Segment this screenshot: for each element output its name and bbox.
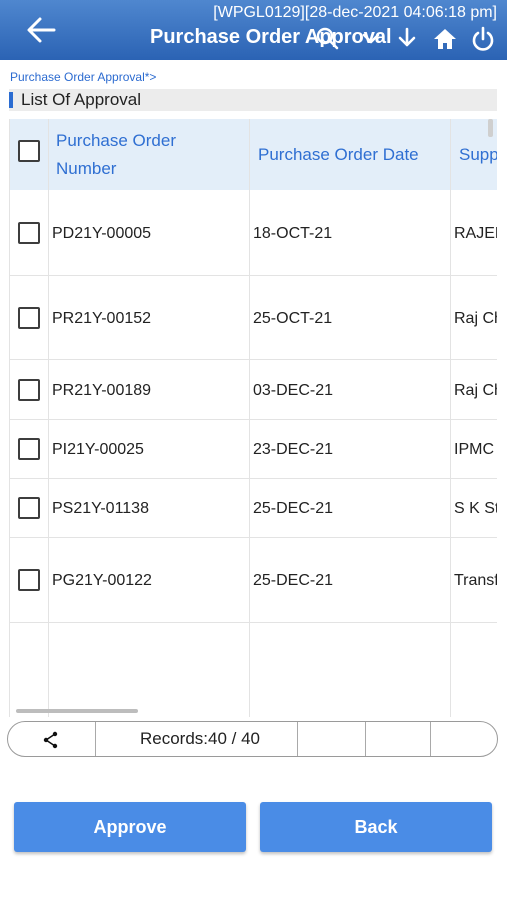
row-divider [10, 478, 497, 479]
supplier-cell: IPMC [454, 441, 494, 458]
supplier-cell: S K St [454, 500, 497, 517]
row-divider [10, 537, 497, 538]
po-date-cell: 03-DEC-21 [253, 382, 334, 399]
home-icon[interactable] [430, 24, 460, 54]
po-date-cell: 25-DEC-21 [253, 500, 334, 517]
pager-divider [430, 722, 431, 756]
back-arrow-icon[interactable] [24, 14, 58, 46]
row-checkbox[interactable] [18, 438, 40, 460]
column-header-supplier[interactable]: Supp [459, 141, 497, 169]
po-number-cell: PR21Y-00152 [52, 310, 152, 327]
row-divider [10, 275, 497, 276]
column-divider [48, 119, 49, 717]
supplier-cell: Transf [454, 572, 497, 589]
share-icon[interactable] [41, 730, 61, 750]
po-date-cell: 23-DEC-21 [253, 441, 334, 458]
chevron-down-icon[interactable] [356, 24, 386, 54]
app-header: [WPGL0129][28-dec-2021 04:06:18 pm] Purc… [0, 0, 507, 60]
row-checkbox[interactable] [18, 569, 40, 591]
po-number-cell: PR21Y-00189 [52, 382, 152, 399]
records-count: Records:40 / 40 [139, 729, 260, 748]
section-accent [9, 92, 13, 108]
pager-bar: Records:40 / 40 [7, 721, 498, 757]
po-number-cell: PI21Y-00025 [52, 441, 144, 458]
row-divider [10, 359, 497, 360]
row-checkbox[interactable] [18, 379, 40, 401]
section-header: List Of Approval [9, 89, 497, 111]
po-number-cell: PD21Y-00005 [52, 225, 152, 242]
approval-grid[interactable]: Purchase Order Number Purchase Order Dat… [9, 119, 497, 717]
row-checkbox[interactable] [18, 222, 40, 244]
download-icon[interactable] [392, 24, 422, 54]
supplier-cell: Raj Ch [454, 382, 497, 399]
po-number-cell: PG21Y-00122 [52, 572, 152, 589]
po-number-cell: PS21Y-01138 [52, 500, 149, 517]
app-root: [WPGL0129][28-dec-2021 04:06:18 pm] Purc… [0, 0, 507, 900]
column-divider [249, 119, 250, 717]
breadcrumb[interactable]: Purchase Order Approval*> [10, 70, 156, 84]
row-checkbox[interactable] [18, 307, 40, 329]
power-icon[interactable] [468, 24, 498, 54]
column-header-po-date[interactable]: Purchase Order Date [258, 141, 448, 169]
header-subtitle: [WPGL0129][28-dec-2021 04:06:18 pm] [213, 4, 497, 21]
row-divider [10, 419, 497, 420]
po-date-cell: 25-DEC-21 [253, 572, 334, 589]
horizontal-scrollbar[interactable] [16, 709, 138, 713]
po-date-cell: 18-OCT-21 [253, 225, 333, 242]
po-date-cell: 25-OCT-21 [253, 310, 333, 327]
section-title: List Of Approval [21, 90, 142, 109]
supplier-cell: Raj Ch [454, 310, 497, 327]
column-divider [450, 119, 451, 717]
pager-divider [297, 722, 298, 756]
pager-divider [365, 722, 366, 756]
pager-divider [95, 722, 96, 756]
select-all-checkbox[interactable] [18, 140, 40, 162]
supplier-cell: RAJEN [454, 225, 497, 242]
row-divider [10, 622, 497, 623]
back-button[interactable]: Back [260, 802, 492, 852]
approve-button[interactable]: Approve [14, 802, 246, 852]
vertical-scrollbar[interactable] [488, 119, 493, 137]
row-checkbox[interactable] [18, 497, 40, 519]
search-icon[interactable] [312, 24, 342, 54]
column-header-po-number[interactable]: Purchase Order Number [56, 127, 226, 183]
